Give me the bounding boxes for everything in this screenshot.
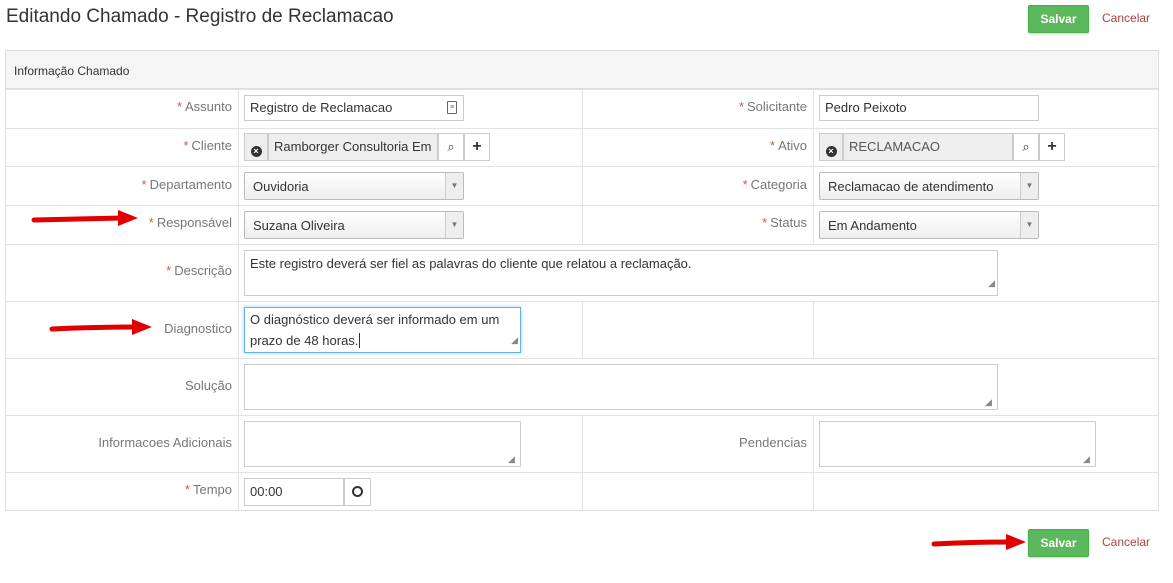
pendencias-label: Pendencias	[739, 435, 807, 450]
ativo-add-button[interactable]: +	[1039, 133, 1065, 161]
page-title: Editando Chamado - Registro de Reclamaca…	[6, 6, 394, 27]
row-diagnostico: Diagnostico O diagnóstico deverá ser inf…	[6, 301, 1158, 358]
tempo-input[interactable]: 00:00	[244, 478, 344, 506]
caret-down-icon: ▼	[1020, 173, 1038, 199]
pendencias-textarea[interactable]	[819, 421, 1096, 467]
solicitante-input[interactable]: Pedro Peixoto	[819, 95, 1039, 121]
row-responsavel: * Responsável Suzana Oliveira ▼ * Status Em…	[6, 205, 1158, 244]
cancel-link-top[interactable]: Cancelar	[1102, 11, 1150, 25]
row-assunto: * Assunto Registro de Reclamacao ≡ * Solic…	[6, 89, 1158, 128]
descricao-label: * Descrição	[166, 263, 232, 278]
caret-down-icon: ▼	[445, 173, 463, 199]
row-tempo: * Tempo 00:00	[6, 472, 1158, 510]
status-select[interactable]: Em Andamento ▼	[819, 211, 1039, 239]
cliente-clear-button[interactable]: ×	[244, 133, 268, 161]
tempo-label: * Tempo	[184, 482, 232, 497]
red-arrow-icon	[31, 210, 138, 226]
clock-icon	[352, 486, 363, 497]
departamento-select[interactable]: Ouvidoria ▼	[244, 172, 464, 200]
responsavel-select[interactable]: Suzana Oliveira ▼	[244, 211, 464, 239]
categoria-label: * Categoria	[742, 177, 807, 192]
ativo-clear-button[interactable]: ×	[819, 133, 843, 161]
row-cliente: * Cliente × Ramborger Consultoria Em ⌕ + …	[6, 128, 1158, 166]
row-departamento: * Departamento Ouvidoria ▼ * Categoria Recl…	[6, 166, 1158, 205]
informacoes-label: Informacoes Adicionais	[98, 435, 232, 450]
search-icon: ⌕	[1022, 139, 1030, 154]
cliente-add-button[interactable]: +	[464, 133, 490, 161]
cliente-search-button[interactable]: ⌕	[438, 133, 464, 161]
plus-icon: +	[472, 138, 482, 155]
cliente-label: * Cliente	[183, 138, 232, 153]
cancel-link-bottom[interactable]: Cancelar	[1102, 535, 1150, 549]
ativo-input[interactable]: RECLAMACAO	[843, 133, 1013, 161]
cliente-input[interactable]: Ramborger Consultoria Em	[268, 133, 438, 161]
tempo-clock-button[interactable]	[344, 478, 371, 506]
assunto-label: * Assunto	[176, 99, 232, 114]
solucao-textarea[interactable]	[244, 364, 998, 410]
assunto-input[interactable]: Registro de Reclamacao ≡	[244, 95, 464, 121]
solucao-label: Solução	[185, 378, 232, 393]
circle-x-icon: ×	[825, 146, 837, 157]
red-arrow-icon	[49, 319, 152, 335]
search-icon: ⌕	[447, 139, 455, 154]
plus-icon: +	[1047, 138, 1057, 155]
informacoes-textarea[interactable]	[244, 421, 521, 467]
ticket-info-panel: Informação Chamado * Assunto Registro de …	[5, 50, 1159, 511]
descricao-textarea[interactable]: Este registro deverá ser fiel as palavra…	[244, 250, 998, 296]
row-solucao: Solução ◢	[6, 358, 1158, 415]
save-button-top[interactable]: Salvar	[1028, 5, 1089, 33]
row-informacoes: Informacoes Adicionais ◢ Pendencias ◢	[6, 415, 1158, 472]
diagnostico-textarea[interactable]: O diagnóstico deverá ser informado em um…	[244, 307, 521, 353]
row-descricao: * Descrição Este registro deverá ser fiel…	[6, 244, 1158, 301]
ativo-search-button[interactable]: ⌕	[1013, 133, 1039, 161]
red-arrow-icon	[931, 534, 1026, 550]
ativo-label: * Ativo	[770, 138, 807, 153]
save-button-bottom[interactable]: Salvar	[1028, 529, 1089, 557]
caret-down-icon: ▼	[445, 212, 463, 238]
contact-card-icon: ≡	[447, 101, 457, 114]
status-label: * Status	[762, 215, 807, 230]
departamento-label: * Departamento	[141, 177, 232, 192]
circle-x-icon: ×	[250, 146, 262, 157]
solicitante-label: * Solicitante	[738, 99, 807, 114]
caret-down-icon: ▼	[1020, 212, 1038, 238]
categoria-select[interactable]: Reclamacao de atendimento ▼	[819, 172, 1039, 200]
panel-heading: Informação Chamado	[6, 51, 1158, 89]
